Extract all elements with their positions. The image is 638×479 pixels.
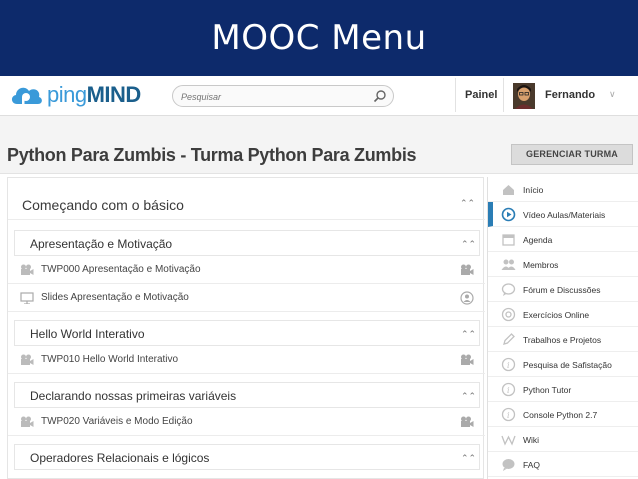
- menu-item-console-python[interactable]: i Console Python 2.7: [488, 402, 638, 427]
- module-title: Começando com o básico: [22, 197, 184, 213]
- menu-label: Pesquisa de Safistação: [523, 360, 612, 370]
- section-header[interactable]: Declarando nossas primeiras variáveis ⌃⌃: [14, 382, 480, 408]
- item-label: TWP010 Hello World Interativo: [41, 354, 179, 365]
- faq-icon: [502, 459, 515, 471]
- search-icon[interactable]: [373, 89, 387, 103]
- info-icon: i: [501, 407, 516, 422]
- svg-text:i: i: [507, 411, 510, 420]
- video-icon: [21, 416, 34, 427]
- logo-text-ping: ping: [47, 82, 87, 107]
- section-title: Declarando nossas primeiras variáveis: [30, 389, 237, 403]
- search-box[interactable]: [172, 85, 394, 107]
- pencil-icon: [503, 333, 515, 345]
- menu-label: Python Tutor: [523, 385, 572, 395]
- list-item[interactable]: TWP010 Hello World Interativo: [8, 346, 485, 374]
- menu-label: Wiki: [523, 435, 540, 445]
- app-screenshot: pingMIND Painel Fernando ∨ Py: [0, 76, 638, 479]
- home-icon: [503, 185, 514, 195]
- members-icon: [501, 259, 516, 270]
- chevron-down-icon[interactable]: ∨: [609, 89, 616, 100]
- logo-text-mind: MIND: [86, 82, 142, 107]
- avatar-image: [513, 83, 535, 109]
- search-input[interactable]: [181, 90, 361, 103]
- menu-label: Console Python 2.7: [523, 410, 598, 420]
- header-divider: [503, 78, 504, 112]
- video-icon: [461, 416, 474, 427]
- collapse-icon[interactable]: ⌃⌃: [460, 198, 475, 209]
- page-title: Python Para Zumbis - Turma Python Para Z…: [7, 145, 417, 165]
- slide-title: MOOC Menu: [211, 18, 427, 58]
- menu-item-forum[interactable]: Fórum e Discussões: [488, 277, 638, 302]
- info-icon: i: [501, 357, 516, 372]
- chat-icon: [501, 283, 516, 296]
- video-icon: [21, 264, 34, 275]
- lessons-panel: Começando com o básico ⌃⌃ Apresentação e…: [7, 177, 485, 479]
- section-header[interactable]: Operadores Relacionais e lógicos ⌃⌃: [14, 444, 480, 470]
- app-header: pingMIND Painel Fernando ∨: [0, 76, 638, 116]
- section-title: Hello World Interativo: [30, 327, 145, 341]
- target-icon: [501, 307, 516, 322]
- menu-label: Agenda: [523, 235, 553, 245]
- presentation-icon: [20, 292, 34, 304]
- menu-item-exercicios[interactable]: Exercícios Online: [488, 302, 638, 327]
- list-item[interactable]: TWP020 Variáveis e Modo Edição: [8, 408, 485, 436]
- header-divider: [455, 78, 456, 112]
- collapse-icon[interactable]: ⌃⌃: [461, 239, 476, 250]
- menu-label: Fórum e Discussões: [523, 285, 601, 295]
- list-item[interactable]: Slides Apresentação e Motivação: [8, 284, 485, 312]
- panel-link[interactable]: Painel: [465, 89, 497, 101]
- menu-label: Exercícios Online: [523, 310, 590, 320]
- wiki-icon: [501, 435, 516, 446]
- item-label: TWP020 Variáveis e Modo Edição: [41, 416, 193, 427]
- menu-item-trabalhos[interactable]: Trabalhos e Projetos: [488, 327, 638, 352]
- svg-text:i: i: [507, 361, 510, 370]
- calendar-icon: [502, 234, 515, 246]
- user-name[interactable]: Fernando: [545, 89, 595, 101]
- section-header[interactable]: Apresentação e Motivação ⌃⌃: [14, 230, 480, 256]
- menu-item-python-tutor[interactable]: i Python Tutor: [488, 377, 638, 402]
- item-label: Slides Apresentação e Motivação: [41, 292, 189, 303]
- user-circle-icon: [460, 291, 474, 305]
- menu-label: Vídeo Aulas/Materiais: [523, 210, 606, 220]
- section-title: Apresentação e Motivação: [30, 237, 173, 251]
- section-title: Operadores Relacionais e lógicos: [30, 451, 210, 465]
- menu-item-faq[interactable]: FAQ: [488, 452, 638, 477]
- item-label: TWP000 Apresentação e Motivação: [41, 264, 201, 275]
- play-icon: [501, 207, 516, 222]
- video-icon: [21, 354, 34, 365]
- avatar[interactable]: [513, 83, 535, 109]
- pingmind-logo[interactable]: pingMIND: [8, 82, 141, 108]
- menu-item-video-aulas[interactable]: Vídeo Aulas/Materiais: [488, 202, 638, 227]
- manage-class-button[interactable]: GERENCIAR TURMA: [511, 144, 633, 165]
- video-icon: [461, 264, 474, 275]
- menu-item-agenda[interactable]: Agenda: [488, 227, 638, 252]
- collapse-icon[interactable]: ⌃⌃: [461, 391, 476, 402]
- info-icon: i: [501, 382, 516, 397]
- module-header[interactable]: Começando com o básico ⌃⌃: [8, 178, 485, 220]
- collapse-icon[interactable]: ⌃⌃: [461, 329, 476, 340]
- section-header[interactable]: Hello World Interativo ⌃⌃: [14, 320, 480, 346]
- cloud-logo-icon: [11, 87, 42, 105]
- menu-label: Membros: [523, 260, 559, 270]
- menu-item-pesquisa[interactable]: i Pesquisa de Safistação: [488, 352, 638, 377]
- course-menu: Início Vídeo Aulas/Materiais Agenda Memb…: [487, 177, 638, 479]
- menu-label: FAQ: [523, 460, 541, 470]
- menu-label: Início: [523, 185, 544, 195]
- svg-text:i: i: [507, 386, 510, 395]
- course-title-bar: Python Para Zumbis - Turma Python Para Z…: [0, 116, 638, 174]
- slide-title-banner: MOOC Menu: [0, 0, 638, 76]
- logo-text: pingMIND: [47, 82, 141, 108]
- menu-item-inicio[interactable]: Início: [488, 177, 638, 202]
- menu-label: Trabalhos e Projetos: [523, 335, 602, 345]
- list-item[interactable]: TWP000 Apresentação e Motivação: [8, 256, 485, 284]
- video-icon: [461, 354, 474, 365]
- collapse-icon[interactable]: ⌃⌃: [461, 453, 476, 464]
- menu-item-membros[interactable]: Membros: [488, 252, 638, 277]
- menu-item-wiki[interactable]: Wiki: [488, 427, 638, 452]
